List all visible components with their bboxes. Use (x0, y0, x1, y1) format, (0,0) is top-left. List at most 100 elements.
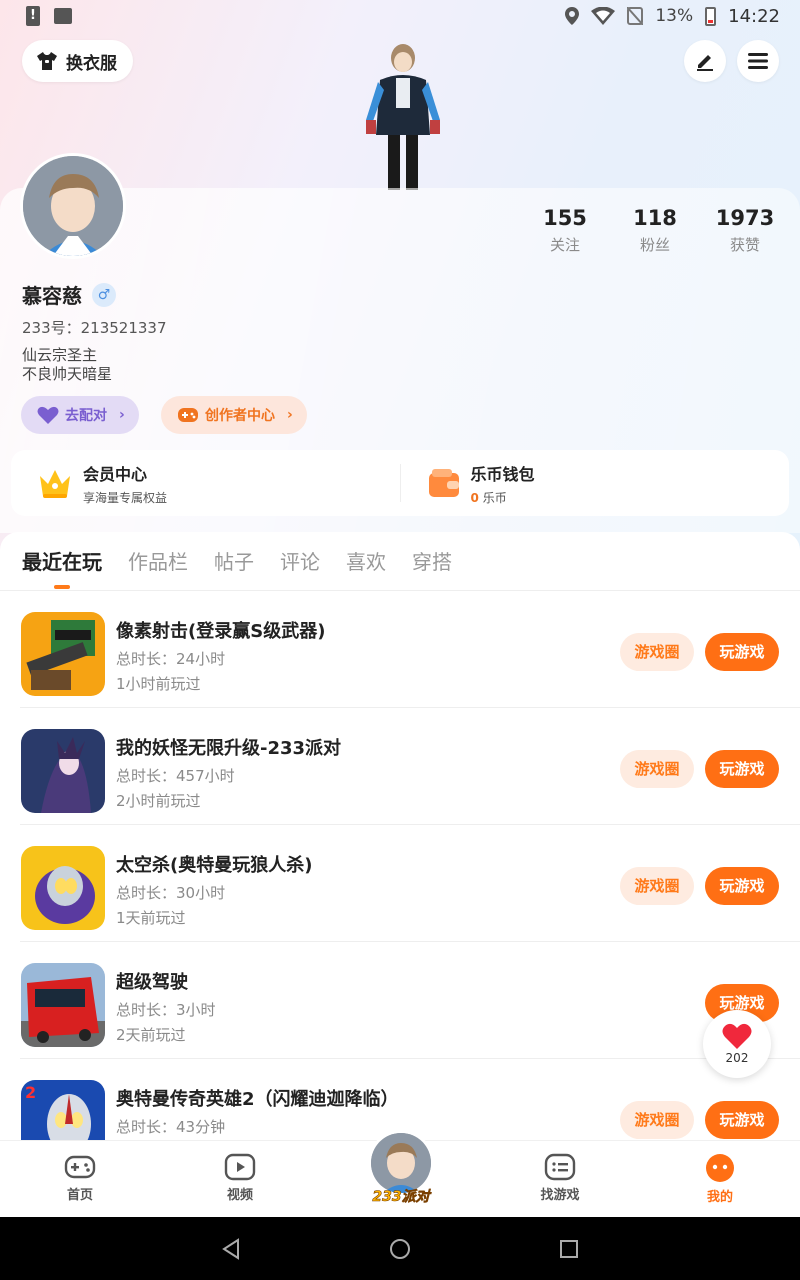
game-title: 我的妖怪无限升级-233派对 (116, 738, 342, 759)
chevron-right-icon: › (287, 407, 293, 423)
home-icon[interactable] (389, 1238, 411, 1260)
game-circle-button[interactable]: 游戏圈 (620, 750, 694, 788)
nav-video[interactable]: 视频 (160, 1141, 320, 1217)
stat-followers-count: 118 (633, 206, 677, 230)
user-id[interactable]: 233号：213521337 (22, 317, 167, 338)
list-item[interactable]: 2 奥特曼传奇英雄2（闪耀迪迦降临） 总时长：43分钟 游戏圈 玩游戏 (0, 1059, 800, 1140)
list-item[interactable]: 超级驾驶 总时长：3小时 2天前玩过 玩游戏 (0, 942, 800, 1059)
stat-followers[interactable]: 118 粉丝 (610, 206, 700, 255)
list-item[interactable]: 像素射击(登录赢S级武器) 总时长：24小时 1小时前玩过 游戏圈 玩游戏 (0, 591, 800, 708)
nav-video-label: 视频 (226, 1188, 253, 1203)
game-play-time: 总时长：30小时 (116, 884, 226, 902)
avatar[interactable] (20, 153, 126, 259)
profile-stats: 155 关注 118 粉丝 1973 获赞 (520, 206, 790, 255)
pencil-icon (697, 55, 713, 71)
nav-mine[interactable]: 我的 (640, 1141, 800, 1217)
battery-icon (705, 6, 717, 26)
game-icon-ultraman[interactable]: 2 (21, 1080, 105, 1140)
game-last-played: 1小时前玩过 (116, 675, 201, 693)
smiley-icon (706, 1154, 734, 1182)
username-row: 慕容慈 ♂ (22, 280, 116, 309)
play-game-button[interactable]: 玩游戏 (705, 867, 779, 905)
character-model[interactable] (358, 40, 448, 190)
profile-tabs: 最近在玩 作品栏 帖子 评论 喜欢 穿搭 (22, 546, 452, 589)
game-title: 奥特曼传奇英雄2（闪耀迪迦降临） (116, 1089, 399, 1110)
game-icon-pixel-shooter[interactable] (21, 612, 105, 696)
game-icon-monster[interactable] (21, 729, 105, 813)
like-count: 202 (725, 1051, 749, 1065)
vip-center[interactable]: 会员中心 享海量专属权益 (11, 450, 400, 516)
change-outfit-label: 换衣服 (66, 53, 117, 74)
stat-following-count: 155 (543, 206, 587, 230)
nav-find-games[interactable]: 找游戏 (480, 1141, 640, 1217)
wallet-title: 乐币钱包 (470, 464, 535, 484)
game-icon-super-driving[interactable] (21, 963, 105, 1047)
stat-following[interactable]: 155 关注 (520, 206, 610, 255)
game-last-played: 2小时前玩过 (116, 792, 201, 810)
brand-233-party-logo: 233派对 (372, 1189, 430, 1206)
game-list: 像素射击(登录赢S级武器) 总时长：24小时 1小时前玩过 游戏圈 玩游戏 我的… (0, 591, 800, 1140)
game-last-played: 1天前玩过 (116, 909, 186, 927)
game-circle-button[interactable]: 游戏圈 (620, 1101, 694, 1139)
tab-likes[interactable]: 喜欢 (346, 546, 386, 589)
stat-likes-count: 1973 (715, 206, 775, 230)
menu-button[interactable] (737, 40, 779, 82)
tab-recently-played[interactable]: 最近在玩 (22, 546, 102, 589)
floating-like-button[interactable]: 202 (703, 1010, 771, 1078)
tab-comments[interactable]: 评论 (280, 546, 320, 589)
wifi-icon (591, 7, 616, 25)
tab-outfits[interactable]: 穿搭 (412, 546, 452, 589)
vip-center-subtitle: 享海量专属权益 (83, 490, 168, 505)
no-sim-icon (627, 7, 644, 25)
wallet[interactable]: 乐币钱包 0 乐币 (401, 450, 790, 516)
recents-icon[interactable] (559, 1239, 579, 1259)
content-panel: 最近在玩 作品栏 帖子 评论 喜欢 穿搭 像素射击(登录赢S级武器) 总时长：2… (0, 532, 800, 1140)
chevron-right-icon: › (119, 407, 125, 423)
edit-profile-button[interactable] (684, 40, 726, 82)
nav-home-label: 首页 (66, 1188, 93, 1203)
username: 慕容慈 (22, 284, 82, 308)
play-game-button[interactable]: 玩游戏 (705, 633, 779, 671)
creator-center-button[interactable]: 创作者中心 › (161, 396, 307, 434)
tshirt-icon (37, 52, 57, 70)
game-circle-button[interactable]: 游戏圈 (620, 633, 694, 671)
stat-likes-label: 获赞 (729, 236, 760, 254)
play-game-button[interactable]: 玩游戏 (705, 1101, 779, 1139)
heart-icon (37, 406, 59, 424)
match-label: 去配对 (65, 408, 107, 424)
game-title: 超级驾驶 (116, 972, 188, 993)
nav-find-games-label: 找游戏 (540, 1188, 580, 1203)
member-card: 会员中心 享海量专属权益 乐币钱包 0 乐币 (11, 450, 789, 516)
match-button[interactable]: 去配对 › (21, 396, 139, 434)
list-icon (544, 1153, 576, 1181)
nav-mine-label: 我的 (706, 1190, 733, 1205)
stat-followers-label: 粉丝 (639, 236, 670, 254)
change-outfit-button[interactable]: 换衣服 (22, 40, 133, 82)
heart-icon (722, 1023, 752, 1049)
image-notification-icon (54, 8, 72, 24)
nav-home[interactable]: 首页 (0, 1141, 160, 1217)
back-icon[interactable] (221, 1237, 241, 1260)
tab-works[interactable]: 作品栏 (128, 546, 188, 589)
game-last-played: 2天前玩过 (116, 1026, 186, 1044)
list-item[interactable]: 我的妖怪无限升级-233派对 总时长：457小时 2小时前玩过 游戏圈 玩游戏 (0, 708, 800, 825)
alert-icon: ! (26, 6, 40, 26)
battery-percent: 13% (655, 6, 694, 26)
play-game-button[interactable]: 玩游戏 (705, 750, 779, 788)
male-gender-icon: ♂ (92, 282, 116, 307)
bio-line-1: 仙云宗圣主 (22, 346, 98, 364)
clock: 14:22 (728, 5, 780, 27)
video-icon (224, 1153, 256, 1181)
stat-likes[interactable]: 1973 获赞 (700, 206, 790, 255)
list-item[interactable]: 太空杀(奥特曼玩狼人杀) 总时长：30小时 1天前玩过 游戏圈 玩游戏 (0, 825, 800, 942)
wallet-icon (428, 469, 459, 497)
game-icon-space-kill[interactable] (21, 846, 105, 930)
system-navigation-bar (0, 1217, 800, 1280)
status-bar: ! 13% 14:22 (0, 0, 800, 32)
game-title: 像素射击(登录赢S级武器) (116, 621, 326, 642)
stat-following-label: 关注 (549, 236, 580, 254)
game-play-time: 总时长：24小时 (116, 650, 226, 668)
tab-posts[interactable]: 帖子 (214, 546, 254, 589)
wallet-unit: 乐币 (482, 490, 507, 505)
game-circle-button[interactable]: 游戏圈 (620, 867, 694, 905)
